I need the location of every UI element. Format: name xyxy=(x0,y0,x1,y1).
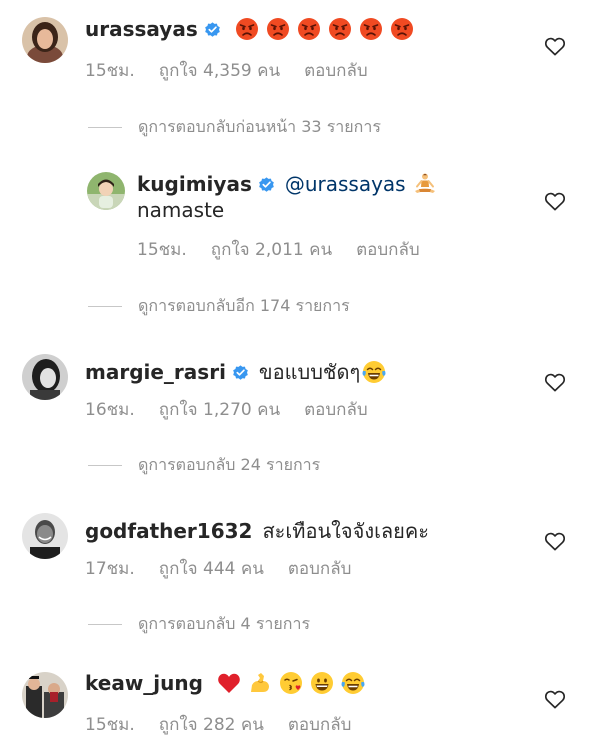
avatar-urassayas[interactable] xyxy=(22,17,68,63)
comment-text: namaste xyxy=(137,198,225,222)
username[interactable]: urassayas xyxy=(85,17,198,41)
comment-meta: 15ชม. ถูกใจ 2,011 คน ตอบกลับ xyxy=(137,236,444,263)
like-count[interactable]: ถูกใจ 2,011 คน xyxy=(211,236,332,263)
comment-meta: 15ชม. ถูกใจ 4,359 คน ตอบกลับ xyxy=(85,57,392,84)
view-previous-replies[interactable]: ดูการตอบกลับก่อนหน้า 33 รายการ xyxy=(88,115,381,140)
verified-badge-icon xyxy=(232,364,249,381)
view-more-replies[interactable]: ดูการตอบกลับอีก 174 รายการ xyxy=(88,294,350,319)
pouting-face-icon xyxy=(390,17,414,41)
reply-button[interactable]: ตอบกลับ xyxy=(288,555,352,582)
verified-badge-icon xyxy=(258,176,275,193)
comment-header: urassayas xyxy=(85,17,414,41)
pouting-face-icon xyxy=(235,17,259,41)
grinning-face-icon xyxy=(310,671,334,695)
verified-badge-icon xyxy=(204,21,221,38)
tears-of-joy-icon xyxy=(341,671,365,695)
divider xyxy=(88,306,122,307)
reply-button[interactable]: ตอบกลับ xyxy=(356,236,420,263)
comment-header: godfather1632 สะเทือนใจจังเลยคะ xyxy=(85,515,429,547)
like-heart-icon[interactable] xyxy=(544,372,566,392)
view-replies[interactable]: ดูการตอบกลับ 4 รายการ xyxy=(88,612,310,637)
reply-button[interactable]: ตอบกลับ xyxy=(304,396,368,423)
view-replies-label[interactable]: ดูการตอบกลับ 24 รายการ xyxy=(138,453,320,478)
comment-header: margie_rasri ขอแบบชัดๆ xyxy=(85,356,386,388)
avatar-keaw-jung[interactable] xyxy=(22,672,68,718)
reply-button[interactable]: ตอบกลับ xyxy=(288,711,352,738)
view-replies[interactable]: ดูการตอบกลับ 24 รายการ xyxy=(88,453,320,478)
pouting-face-icon xyxy=(359,17,383,41)
divider xyxy=(88,127,122,128)
username[interactable]: keaw_jung xyxy=(85,671,203,695)
face-blowing-kiss-icon xyxy=(279,671,303,695)
tears-of-joy-icon xyxy=(362,360,386,384)
like-count[interactable]: ถูกใจ 282 คน xyxy=(159,711,264,738)
like-heart-icon[interactable] xyxy=(544,36,566,56)
like-count[interactable]: ถูกใจ 444 คน xyxy=(159,555,264,582)
comment-meta: 17ชม. ถูกใจ 444 คน ตอบกลับ xyxy=(85,555,375,582)
comment-text: สะเทือนใจจังเลยคะ xyxy=(262,519,430,543)
person-in-lotus-position-icon xyxy=(413,172,437,196)
avatar-kugimiyas[interactable] xyxy=(87,172,125,210)
reply-button[interactable]: ตอบกลับ xyxy=(304,57,368,84)
like-count[interactable]: ถูกใจ 1,270 คน xyxy=(159,396,280,423)
view-replies-label[interactable]: ดูการตอบกลับก่อนหน้า 33 รายการ xyxy=(138,115,381,140)
pouting-face-icon xyxy=(297,17,321,41)
like-count[interactable]: ถูกใจ 4,359 คน xyxy=(159,57,280,84)
reply-header: kugimiyas @urassayas xyxy=(137,172,437,196)
like-heart-icon[interactable] xyxy=(544,531,566,551)
comment-time: 15ชม. xyxy=(137,240,187,260)
flexed-biceps-icon xyxy=(248,671,272,695)
divider xyxy=(88,624,122,625)
username[interactable]: godfather1632 xyxy=(85,519,252,543)
view-replies-label[interactable]: ดูการตอบกลับอีก 174 รายการ xyxy=(138,294,350,319)
comment-time: 16ชม. xyxy=(85,400,135,420)
red-heart-icon xyxy=(217,671,241,695)
like-heart-icon[interactable] xyxy=(544,191,566,211)
reply-body: namaste xyxy=(137,198,224,222)
mention-link[interactable]: @urassayas xyxy=(285,172,406,196)
divider xyxy=(88,465,122,466)
comment-time: 17ชม. xyxy=(85,559,135,579)
comment-meta: 15ชม. ถูกใจ 282 คน ตอบกลับ xyxy=(85,711,375,738)
pouting-face-icon xyxy=(328,17,352,41)
comment-time: 15ชม. xyxy=(85,61,135,81)
view-replies-label[interactable]: ดูการตอบกลับ 4 รายการ xyxy=(138,612,310,637)
comment-meta: 16ชม. ถูกใจ 1,270 คน ตอบกลับ xyxy=(85,396,392,423)
comment-header: keaw_jung xyxy=(85,671,365,695)
pouting-face-icon xyxy=(266,17,290,41)
comment-time: 15ชม. xyxy=(85,715,135,735)
avatar-godfather1632[interactable] xyxy=(22,513,68,559)
username[interactable]: kugimiyas xyxy=(137,172,252,196)
avatar-margie-rasri[interactable] xyxy=(22,354,68,400)
comment-text: ขอแบบชัดๆ xyxy=(258,360,361,384)
like-heart-icon[interactable] xyxy=(544,689,566,709)
username[interactable]: margie_rasri xyxy=(85,360,226,384)
